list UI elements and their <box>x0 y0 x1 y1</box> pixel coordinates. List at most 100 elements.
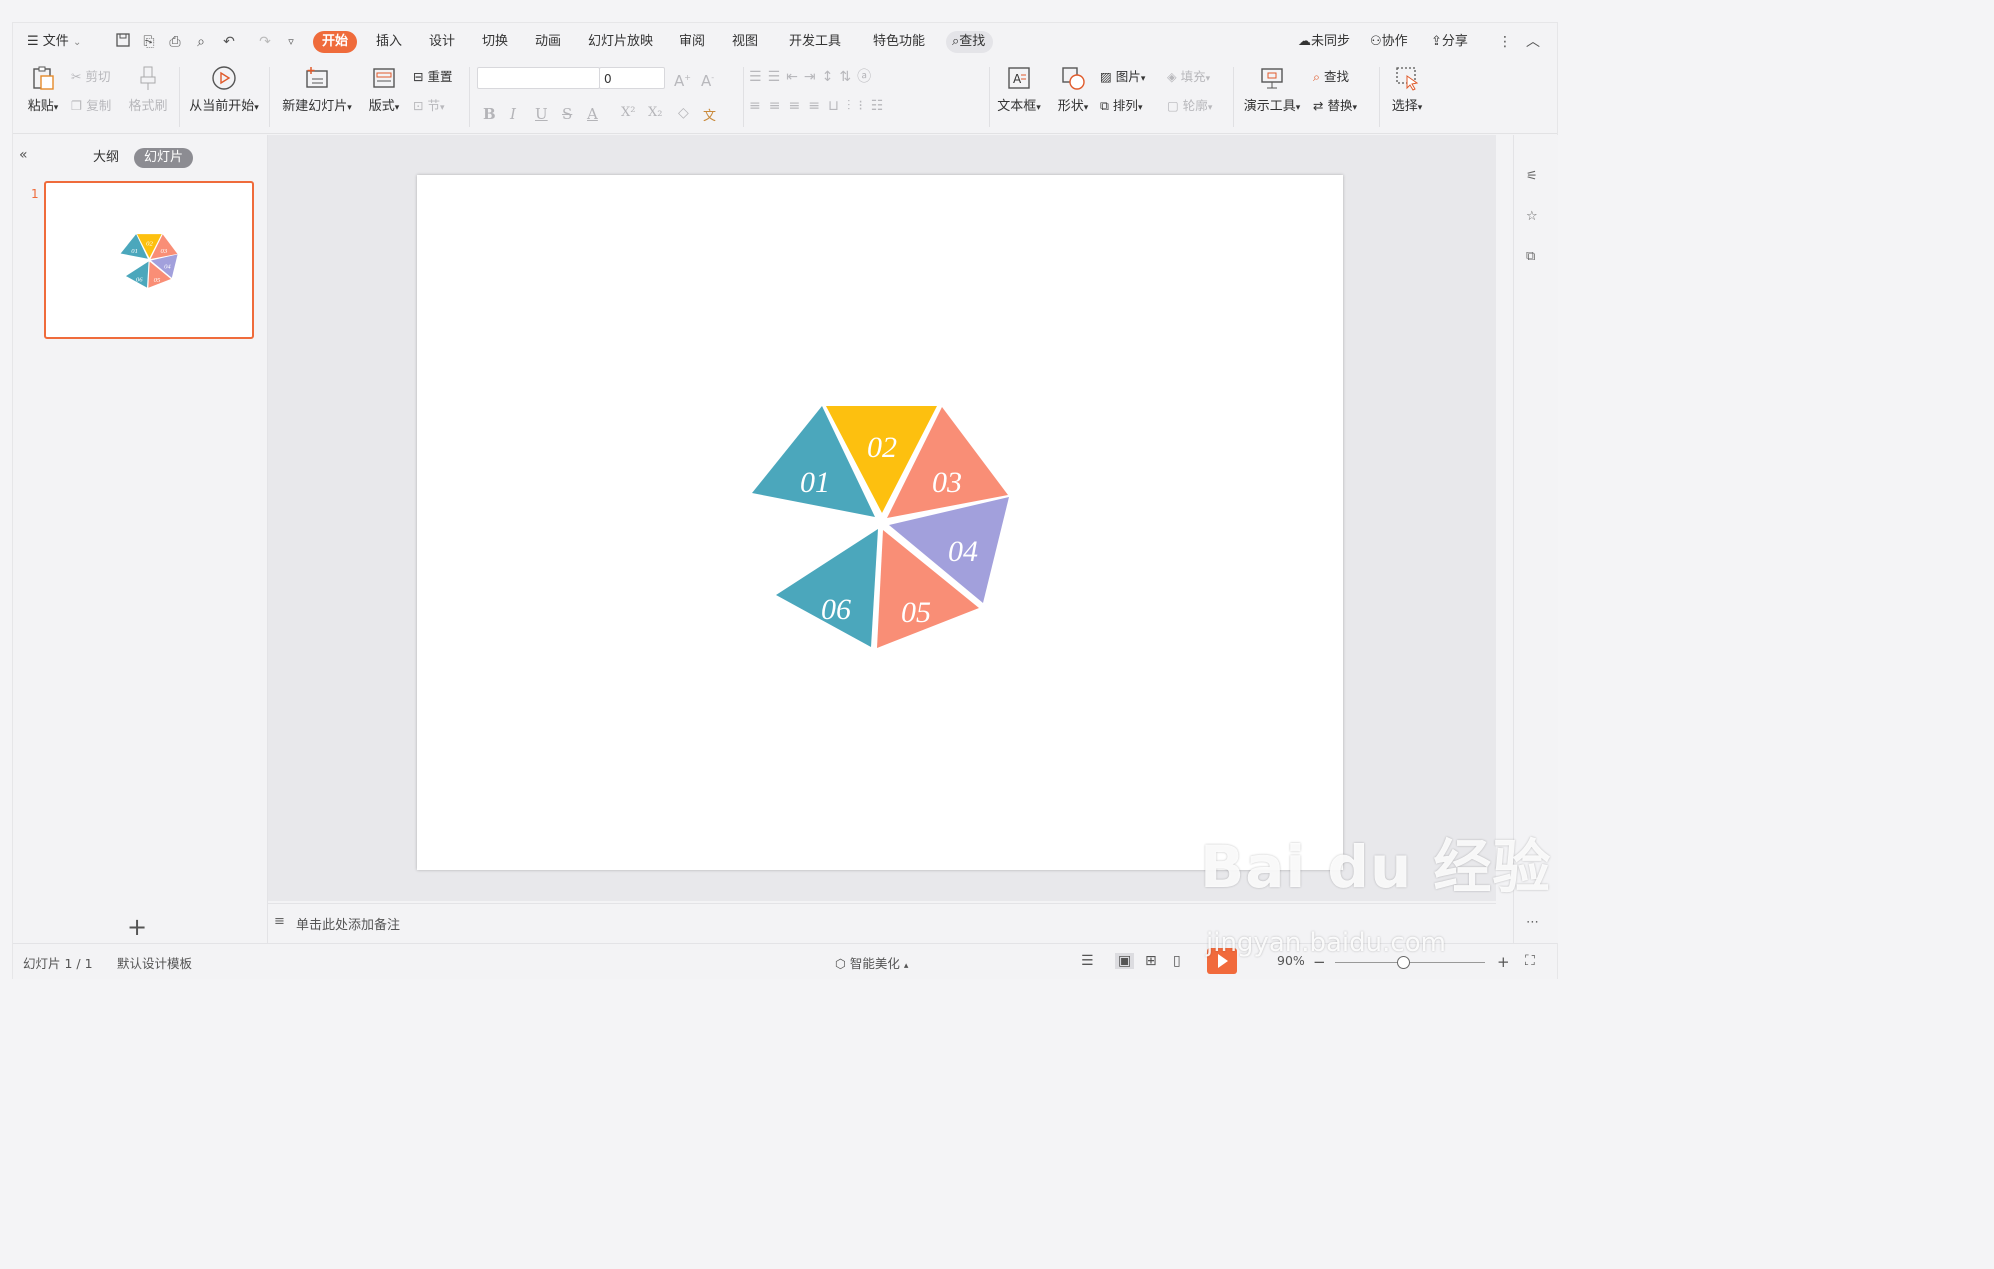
paste-button[interactable]: 粘贴▾ <box>23 65 63 114</box>
play-from-current-button[interactable]: 从当前开始▾ <box>185 65 263 114</box>
play-slideshow-button[interactable] <box>1207 948 1237 974</box>
indent-increase-icon: ⇥ <box>803 69 822 85</box>
print-preview-icon[interactable]: ⌕ <box>191 32 211 52</box>
eraser-icon[interactable]: ◇ <box>678 105 689 121</box>
tab-view[interactable]: 视图 <box>732 31 758 53</box>
thumb-segment-06[interactable] <box>125 261 149 288</box>
more-icon[interactable]: ⋯ <box>1526 915 1546 935</box>
tab-outline[interactable]: 大纲 <box>93 148 119 168</box>
slide-thumbnail[interactable]: 01 02 03 04 05 06 <box>44 181 254 339</box>
underline-icon[interactable]: U <box>535 105 548 123</box>
menu-bar: ☰ 文件 ⌄ ⎘ ⎙ ⌕ ↶ ↷ ▿ 开始 插入 设计 切换 动画 幻灯片放映 … <box>13 23 1557 61</box>
decrease-font-icon[interactable]: A- <box>701 68 714 90</box>
more-options-icon[interactable]: ⋮ <box>1495 32 1515 52</box>
search-button[interactable]: ⌕查找 <box>946 31 994 53</box>
phonetic-icon[interactable]: 文 <box>703 105 716 124</box>
slide-number: 1 <box>31 187 39 201</box>
normal-view-icon[interactable]: ▣ <box>1115 953 1135 969</box>
tab-home[interactable]: 开始 <box>313 31 358 53</box>
font-size-combo[interactable]: 0 <box>599 67 665 89</box>
zoom-slider-thumb[interactable] <box>1397 956 1410 969</box>
fill-button[interactable]: ◈ 填充▾ <box>1167 67 1210 87</box>
replace-icon: ⇄ <box>1313 98 1324 113</box>
template-name[interactable]: 默认设计模板 <box>117 953 192 972</box>
sorter-view-icon[interactable]: ⊞ <box>1145 953 1157 969</box>
list-controls[interactable]: ☰☰⇤⇥↕⇅ⓐ <box>749 67 877 87</box>
find-button[interactable]: ⌕ 查找 <box>1313 67 1349 87</box>
font-color-icon[interactable]: A <box>587 105 598 123</box>
collab-button[interactable]: ⚇协作 <box>1370 31 1408 53</box>
tab-animation[interactable]: 动画 <box>535 31 561 53</box>
picture-button[interactable]: ▨ 图片▾ <box>1100 67 1145 87</box>
text-box-icon: A <box>1008 67 1030 89</box>
align-controls[interactable]: ≡≡≡≡⊔⫶⁝☷ <box>749 96 891 116</box>
sync-status[interactable]: ☁未同步 <box>1298 31 1350 53</box>
tab-transition[interactable]: 切换 <box>482 31 508 53</box>
italic-icon[interactable]: I <box>510 105 516 123</box>
outline-icon: ▢ <box>1167 98 1179 113</box>
notes-toggle-icon[interactable]: ☰ <box>1081 953 1094 969</box>
new-slide-button[interactable]: 新建幻灯片▾ <box>279 65 355 114</box>
arrange-button[interactable]: ⧉ 排列▾ <box>1100 96 1142 116</box>
bold-icon[interactable]: B <box>483 105 496 123</box>
font-name-combo[interactable] <box>477 67 600 89</box>
collapse-panel-icon[interactable]: « <box>19 147 28 163</box>
tab-review[interactable]: 审阅 <box>679 31 705 53</box>
save-icon[interactable] <box>113 32 133 52</box>
export-icon[interactable]: ⎘ <box>139 32 159 52</box>
tab-slides[interactable]: 幻灯片 <box>134 148 194 168</box>
slide-canvas[interactable]: 01 02 03 04 05 06 <box>417 175 1343 870</box>
file-menu[interactable]: ☰ 文件 ⌄ <box>27 31 81 53</box>
shape-icon <box>1062 67 1085 90</box>
pinwheel-segment-06[interactable] <box>776 529 878 647</box>
presenter-tools-button[interactable]: 演示工具▾ <box>1241 65 1303 114</box>
redo-icon[interactable]: ↷ <box>255 32 275 52</box>
collapse-ribbon-icon[interactable]: ︿ <box>1523 32 1543 52</box>
thumb-label-02: 02 <box>146 240 153 247</box>
paste-label: 粘贴 <box>27 99 54 114</box>
tab-developer[interactable]: 开发工具 <box>789 31 841 53</box>
star-icon[interactable]: ☆ <box>1526 209 1546 229</box>
tab-insert[interactable]: 插入 <box>376 31 402 53</box>
zoom-out-icon[interactable]: − <box>1313 953 1326 971</box>
zoom-level[interactable]: 90% <box>1277 953 1305 968</box>
divider <box>269 67 270 127</box>
customize-icon[interactable]: ▿ <box>281 32 301 52</box>
smart-beautify-button[interactable]: ⬡ 智能美化 ▴ <box>835 953 908 972</box>
tab-features[interactable]: 特色功能 <box>873 31 925 53</box>
notes-area[interactable]: ≡ 单击此处添加备注 <box>268 903 1496 942</box>
add-slide-button[interactable]: + <box>127 913 147 941</box>
reset-button[interactable]: ⊟ 重置 <box>413 67 452 87</box>
outline-button[interactable]: ▢ 轮廓▾ <box>1167 96 1212 116</box>
shape-button[interactable]: 形状▾ <box>1053 65 1093 114</box>
layout-button[interactable]: 版式▾ <box>363 65 405 114</box>
tab-design[interactable]: 设计 <box>429 31 455 53</box>
properties-icon[interactable]: ⚟ <box>1526 169 1546 189</box>
section-button[interactable]: ⊡ 节▾ <box>413 96 445 116</box>
zoom-in-icon[interactable]: + <box>1497 953 1510 971</box>
select-button[interactable]: 选择▾ <box>1385 65 1429 114</box>
bullet-list-icon: ☰ <box>749 69 768 85</box>
app-window: ☰ 文件 ⌄ ⎘ ⎙ ⌕ ↶ ↷ ▿ 开始 插入 设计 切换 动画 幻灯片放映 … <box>12 22 1558 979</box>
share-button[interactable]: ⇪分享 <box>1431 31 1468 53</box>
zoom-slider[interactable] <box>1335 962 1485 963</box>
subscript-icon[interactable]: X₂ <box>648 105 662 120</box>
vertical-scrollbar[interactable] <box>1486 141 1492 901</box>
tab-slideshow[interactable]: 幻灯片放映 <box>588 31 653 53</box>
superscript-icon[interactable]: X² <box>621 105 635 120</box>
copy-button[interactable]: ❐ 复制 <box>71 96 111 116</box>
chevron-up-icon: ▴ <box>903 961 909 971</box>
increase-font-icon[interactable]: A+ <box>674 68 691 90</box>
print-icon[interactable]: ⎙ <box>165 32 185 52</box>
reset-label: 重置 <box>427 69 453 84</box>
strikethrough-icon[interactable]: S <box>562 105 572 123</box>
reading-view-icon[interactable]: ▯ <box>1173 953 1181 969</box>
fit-window-icon[interactable]: ⛶ <box>1525 953 1535 969</box>
format-painter-button[interactable]: 格式刷 <box>127 65 169 114</box>
text-box-button[interactable]: A 文本框▾ <box>995 65 1043 114</box>
switch-icon[interactable]: ⧉ <box>1526 249 1546 269</box>
replace-button[interactable]: ⇄ 替换▾ <box>1313 96 1357 116</box>
undo-icon[interactable]: ↶ <box>219 32 239 52</box>
cut-button[interactable]: ✂ 剪切 <box>71 67 110 87</box>
sync-label: 未同步 <box>1311 34 1351 49</box>
